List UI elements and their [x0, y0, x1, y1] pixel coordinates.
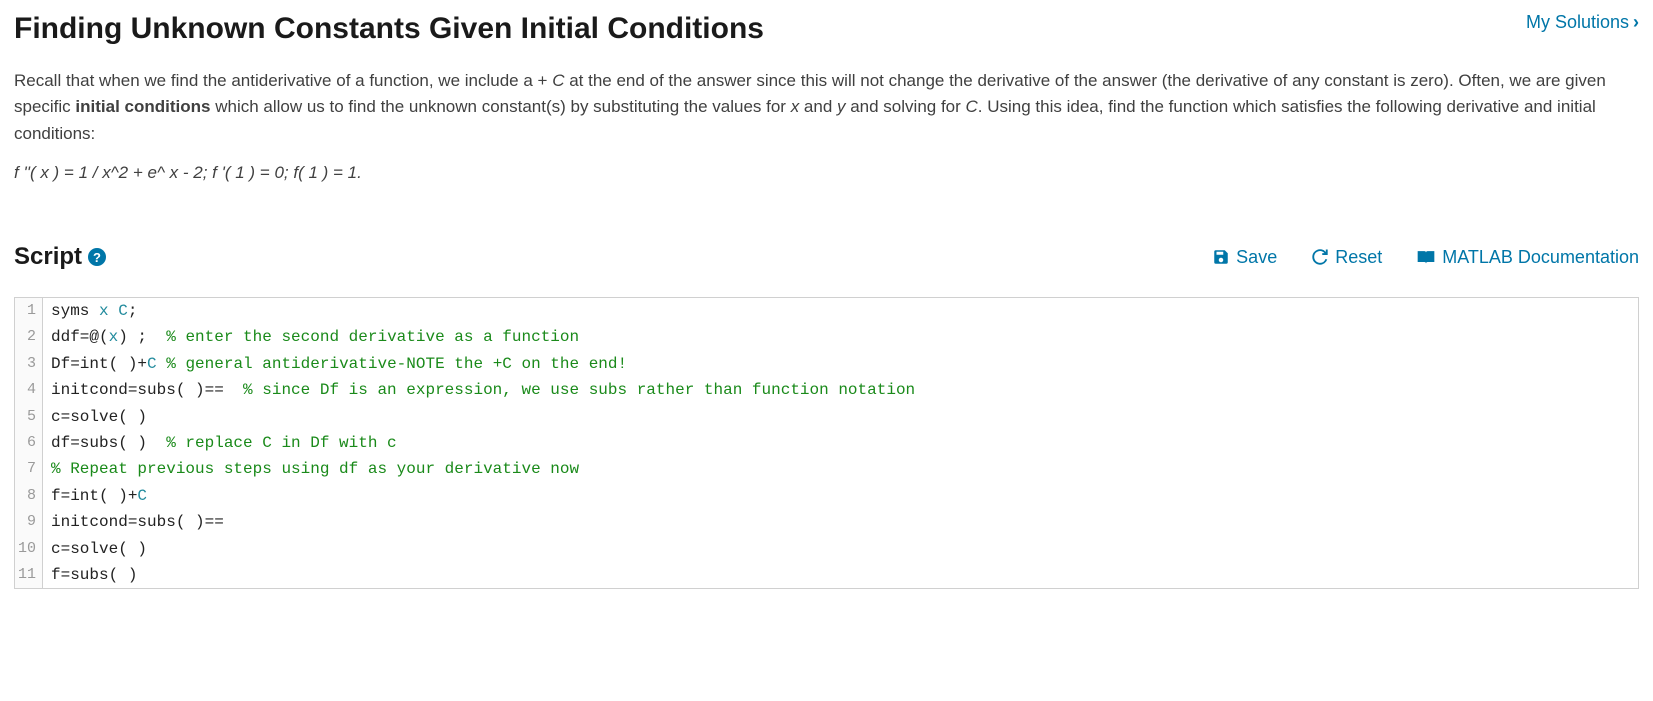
help-icon[interactable]: ? [88, 248, 106, 266]
line-number: 3 [15, 351, 43, 377]
code-content[interactable]: c=solve( ) [43, 404, 147, 430]
line-number: 11 [15, 562, 43, 588]
save-button[interactable]: Save [1212, 247, 1277, 268]
text-fragment: and solving for [846, 97, 966, 116]
variable-C: C [966, 97, 978, 116]
line-number: 2 [15, 324, 43, 350]
variable-x: x [791, 97, 800, 116]
equation: f ''( x ) = 1 / x^2 + e^ x - 2; f '( 1 )… [14, 163, 1639, 183]
code-line[interactable]: 5 c=solve( ) [15, 404, 1638, 430]
text-fragment: which allow us to find the unknown const… [210, 97, 790, 116]
code-content[interactable]: f=subs( ) [43, 562, 137, 588]
script-heading: Script ? [14, 243, 106, 271]
line-number: 6 [15, 430, 43, 456]
code-line[interactable]: 8 f=int( )+C [15, 483, 1638, 509]
code-line[interactable]: 2 ddf=@(x) ; % enter the second derivati… [15, 324, 1638, 350]
code-content[interactable]: initcond=subs( )== [43, 509, 224, 535]
line-number: 7 [15, 456, 43, 482]
reset-icon [1311, 248, 1329, 266]
reset-label: Reset [1335, 247, 1382, 268]
text-fragment: Recall that when we find the antiderivat… [14, 71, 552, 90]
my-solutions-link[interactable]: My Solutions › [1526, 12, 1639, 33]
code-line[interactable]: 9 initcond=subs( )== [15, 509, 1638, 535]
line-number: 1 [15, 298, 43, 324]
code-editor[interactable]: 1 syms x C; 2 ddf=@(x) ; % enter the sec… [14, 297, 1639, 589]
reset-button[interactable]: Reset [1311, 247, 1382, 268]
variable-y: y [837, 97, 846, 116]
line-number: 4 [15, 377, 43, 403]
code-line[interactable]: 7 % Repeat previous steps using df as yo… [15, 456, 1638, 482]
save-label: Save [1236, 247, 1277, 268]
my-solutions-label: My Solutions [1526, 12, 1629, 33]
save-icon [1212, 248, 1230, 266]
code-content[interactable]: initcond=subs( )== % since Df is an expr… [43, 377, 915, 403]
chevron-right-icon: › [1633, 12, 1639, 33]
line-number: 8 [15, 483, 43, 509]
code-content[interactable]: Df=int( )+C % general antiderivative-NOT… [43, 351, 627, 377]
code-content[interactable]: ddf=@(x) ; % enter the second derivative… [43, 324, 579, 350]
script-title-text: Script [14, 243, 82, 271]
line-number: 5 [15, 404, 43, 430]
code-line[interactable]: 4 initcond=subs( )== % since Df is an ex… [15, 377, 1638, 403]
code-line[interactable]: 3 Df=int( )+C % general antiderivative-N… [15, 351, 1638, 377]
code-content[interactable]: c=solve( ) [43, 536, 147, 562]
matlab-docs-button[interactable]: MATLAB Documentation [1416, 247, 1639, 268]
code-content[interactable]: df=subs( ) % replace C in Df with c [43, 430, 397, 456]
script-actions: Save Reset MATLAB Documentation [1212, 247, 1639, 268]
book-icon [1416, 248, 1436, 266]
line-number: 10 [15, 536, 43, 562]
bold-initial-conditions: initial conditions [75, 97, 210, 116]
code-content[interactable]: f=int( )+C [43, 483, 147, 509]
page-title: Finding Unknown Constants Given Initial … [14, 12, 764, 46]
line-number: 9 [15, 509, 43, 535]
text-fragment: and [799, 97, 837, 116]
code-line[interactable]: 6 df=subs( ) % replace C in Df with c [15, 430, 1638, 456]
variable-C: C [552, 71, 564, 90]
code-line[interactable]: 1 syms x C; [15, 298, 1638, 324]
code-line[interactable]: 11 f=subs( ) [15, 562, 1638, 588]
docs-label: MATLAB Documentation [1442, 247, 1639, 268]
problem-description: Recall that when we find the antiderivat… [14, 68, 1639, 147]
code-line[interactable]: 10 c=solve( ) [15, 536, 1638, 562]
code-content[interactable]: % Repeat previous steps using df as your… [43, 456, 579, 482]
code-content[interactable]: syms x C; [43, 298, 137, 324]
